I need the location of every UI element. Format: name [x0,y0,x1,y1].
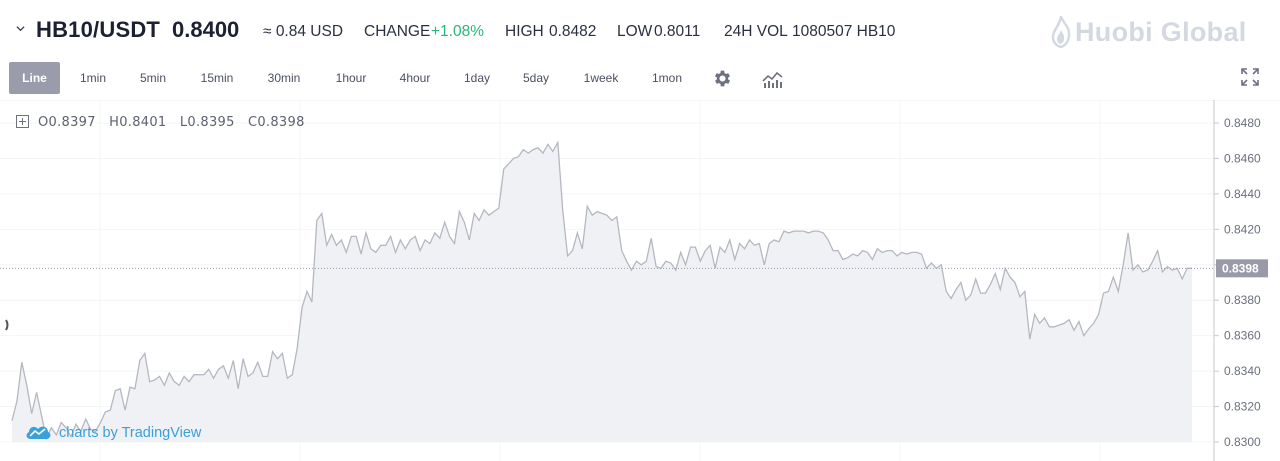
interval-1day[interactable]: 1day [454,62,500,94]
change-label: CHANGE [364,23,431,40]
price-axis[interactable]: 0.84800.84600.84400.84200.84000.83800.83… [1214,116,1261,449]
interval-1min[interactable]: 1min [68,62,118,94]
price-area [12,142,1192,442]
legend-close: C0.8398 [247,115,305,130]
legend-open: O0.8397 [38,115,96,130]
low-label: LOW [617,23,653,40]
change-value: +1.08% [431,23,485,40]
volume-value: 1080507 HB10 [792,23,896,40]
gear-icon[interactable] [712,68,733,89]
pair-selector[interactable]: HB10/USDT [36,17,160,43]
ohlc-legend: O0.8397 H0.8401 L0.8395 C0.8398 [38,115,305,130]
price-chart[interactable]: 0.84800.84600.84400.84200.84000.83800.83… [0,100,1280,461]
y-tick-label: 0.8480 [1224,116,1261,130]
legend-low: L0.8395 [179,115,235,130]
interval-30min[interactable]: 30min [256,62,312,94]
y-tick-label: 0.8420 [1224,222,1261,236]
high-value: 0.8482 [549,23,597,40]
chevron-down-icon[interactable] [16,24,25,33]
market-header: HB10/USDT 0.8400 ≈ 0.84 USD CHANGE +1.08… [0,0,1280,62]
huobi-logo: Huobi Global [1075,17,1247,47]
legend-toggle-icon[interactable] [16,115,29,128]
y-tick-label: 0.8460 [1224,151,1261,165]
huobi-flame-icon [1051,16,1071,48]
tradingview-cloud-icon [26,426,51,439]
chart-toolbar: Line 1min 5min 15min 30min 1hour 4hour 1… [0,60,1280,98]
interval-4hour[interactable]: 4hour [388,62,442,94]
scroll-handle[interactable] [5,319,9,331]
last-price-tag: 0.8398 [1216,259,1268,278]
interval-line[interactable]: Line [9,62,60,94]
indicators-icon[interactable] [762,69,784,89]
y-tick-label: 0.8440 [1224,187,1261,201]
tradingview-watermark[interactable]: charts by TradingView [59,425,201,441]
last-price: 0.8400 [172,17,240,42]
interval-15min[interactable]: 15min [190,62,244,94]
y-tick-label: 0.8320 [1224,400,1261,414]
y-tick-label: 0.8300 [1224,435,1261,449]
volume-label: 24H VOL [724,23,788,40]
low-value: 0.8011 [654,23,701,40]
y-tick-label: 0.8340 [1224,364,1261,378]
y-tick-label: 0.8380 [1224,293,1261,307]
y-tick-label: 0.8360 [1224,329,1261,343]
last-price-tag-label: 0.8398 [1222,261,1259,275]
legend-high: H0.8401 [109,115,167,130]
interval-5day[interactable]: 5day [512,62,560,94]
interval-5min[interactable]: 5min [128,62,178,94]
usd-price: ≈ 0.84 USD [263,23,344,40]
interval-1hour[interactable]: 1hour [324,62,378,94]
high-label: HIGH [505,23,544,40]
fullscreen-icon[interactable] [1240,67,1260,87]
interval-1mon[interactable]: 1mon [640,62,694,94]
interval-1week[interactable]: 1week [574,62,628,94]
